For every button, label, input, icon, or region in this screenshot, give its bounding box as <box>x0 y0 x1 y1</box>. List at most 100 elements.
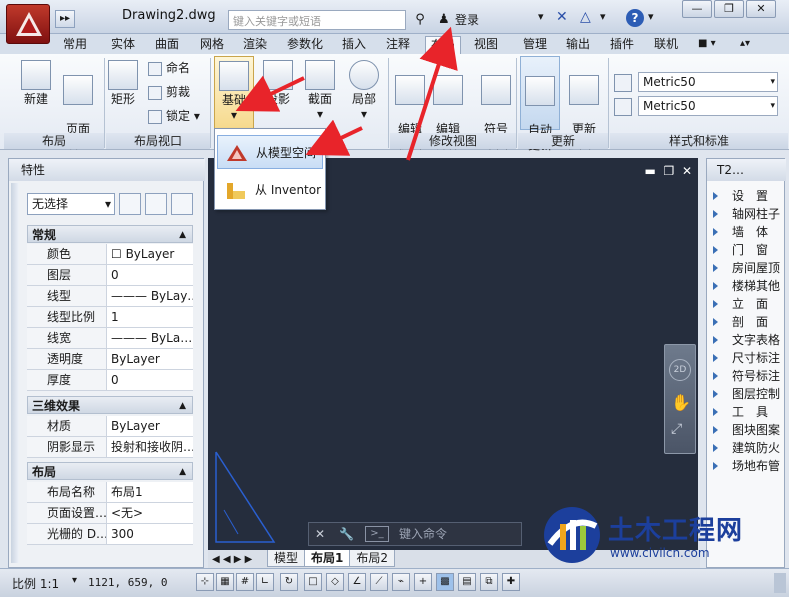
palette-item[interactable]: 楼梯其他 <box>713 277 785 295</box>
tab-home[interactable]: 常用 <box>58 36 92 54</box>
help-dropdown-icon[interactable]: ▾ <box>648 10 654 23</box>
ribbon-options-icon[interactable]: ■ ▾ <box>693 36 721 54</box>
tab-manage[interactable]: 管理 <box>518 36 552 54</box>
application-menu-button[interactable] <box>6 4 50 44</box>
select-objects-icon[interactable] <box>145 193 167 215</box>
base-view-button[interactable]: 基础 ▾ <box>214 56 254 130</box>
property-row[interactable]: 页面设置… <无> <box>27 503 193 524</box>
property-row[interactable]: 线型 ——— ByLay… <box>27 286 193 307</box>
ribbon-collapse-icon[interactable]: ▴▾ <box>735 36 755 54</box>
polar-tracking-icon[interactable]: ↻ <box>280 573 298 591</box>
tab-layout2[interactable]: 布局2 <box>349 550 396 567</box>
quick-properties-icon[interactable]: ▤ <box>458 573 476 591</box>
section-3d-effects[interactable]: 三维效果 ▲ <box>27 396 193 414</box>
property-row[interactable]: 透明度 ByLayer <box>27 349 193 370</box>
projected-view-button[interactable]: 投影 <box>258 60 298 107</box>
exchange-x-icon[interactable]: ✕ <box>556 9 568 25</box>
tab-mesh[interactable]: 网格 <box>195 36 229 54</box>
palette-item[interactable]: 文字表格 <box>713 331 785 349</box>
pan-icon[interactable]: ✋ <box>671 393 691 412</box>
tab-output[interactable]: 输出 <box>561 36 595 54</box>
from-inventor-item[interactable]: 从 Inventor <box>217 173 323 207</box>
detail-view-button[interactable]: 局部 ▾ <box>344 60 384 122</box>
clip-viewport-button[interactable]: 剪裁 <box>148 82 190 102</box>
snap-mode-icon[interactable]: ▦ <box>216 573 234 591</box>
palette-item[interactable]: 图块图案 <box>713 421 785 439</box>
selection-dropdown[interactable]: 无选择 ▾ <box>27 193 115 215</box>
tab-layout[interactable]: 布局 <box>425 36 462 54</box>
palette-item[interactable]: 图层控制 <box>713 385 785 403</box>
palette-item[interactable]: 轴网柱子 <box>713 205 785 223</box>
property-row[interactable]: 线宽 ——— ByLa… <box>27 328 193 349</box>
section-general[interactable]: 常规 ▲ <box>27 225 193 243</box>
quick-access-overflow-button[interactable]: ▸▸ <box>55 10 75 28</box>
view-style-combo[interactable]: Metric50 ▾ <box>638 72 778 92</box>
minimize-icon[interactable]: ▬ <box>645 164 656 178</box>
section-layout[interactable]: 布局 ▲ <box>27 462 193 480</box>
section-style-combo[interactable]: Metric50 ▾ <box>638 96 778 116</box>
palette-item[interactable]: 门 窗 <box>713 241 785 259</box>
3d-osnap-icon[interactable]: ◇ <box>326 573 344 591</box>
restore-icon[interactable]: ❐ <box>714 0 744 18</box>
close-icon[interactable]: ✕ <box>682 164 692 178</box>
tab-solid[interactable]: 实体 <box>106 36 140 54</box>
tab-parametric[interactable]: 参数化 <box>282 36 328 54</box>
login-link[interactable]: 登录 <box>455 11 479 28</box>
quick-select-icon[interactable] <box>171 193 193 215</box>
command-prompt-icon[interactable]: >_ <box>365 526 389 542</box>
property-row[interactable]: 线型比例 1 <box>27 307 193 328</box>
infer-constraints-icon[interactable]: ⊹ <box>196 573 214 591</box>
view-style-icon[interactable] <box>614 74 632 92</box>
property-row[interactable]: 阴影显示 投射和接收阴… <box>27 437 193 458</box>
exchange-dropdown-icon[interactable]: ▾ <box>600 10 606 23</box>
new-layout-button[interactable]: 新建 <box>16 60 56 107</box>
tab-surface[interactable]: 曲面 <box>150 36 184 54</box>
palette-item[interactable]: 符号标注 <box>713 367 785 385</box>
annotation-scale[interactable]: 比例 1:1 <box>12 575 59 592</box>
steering-wheel-icon[interactable]: 2D <box>669 359 691 381</box>
close-icon[interactable]: ✕ <box>315 523 325 545</box>
lineweight-icon[interactable]: + <box>414 573 432 591</box>
toggle-pickadd-icon[interactable] <box>119 193 141 215</box>
rectangle-viewport-button[interactable]: 矩形 <box>106 60 140 107</box>
zoom-extents-icon[interactable]: ⤢ <box>671 421 682 437</box>
restore-icon[interactable]: ❐ <box>664 164 675 178</box>
command-input[interactable]: 键入命令 <box>399 523 447 545</box>
tab-layout1[interactable]: 布局1 <box>304 550 351 567</box>
palette-item[interactable]: 剖 面 <box>713 313 785 331</box>
selection-cycling-icon[interactable]: ⧉ <box>480 573 498 591</box>
transparency-icon[interactable]: ▩ <box>436 573 454 591</box>
exchange-triangle-icon[interactable]: △ <box>580 9 591 25</box>
minimize-icon[interactable]: — <box>682 0 712 18</box>
object-snap-icon[interactable]: □ <box>304 573 322 591</box>
from-model-space-item[interactable]: 从模型空间 <box>217 135 323 169</box>
property-row[interactable]: 材质 ByLayer <box>27 416 193 437</box>
tab-annotate[interactable]: 注释 <box>381 36 415 54</box>
palette-item[interactable]: 设 置 <box>713 187 785 205</box>
binoculars-icon[interactable]: ⚲ <box>410 10 430 30</box>
property-row[interactable]: 布局名称 布局1 <box>27 482 193 503</box>
object-snap-tracking-icon[interactable]: ∠ <box>348 573 366 591</box>
auto-update-button[interactable]: 自动 更新 <box>520 56 560 152</box>
name-viewport-button[interactable]: 命名 <box>148 58 190 78</box>
palette-item[interactable]: 工 具 <box>713 403 785 421</box>
wrench-icon[interactable]: 🔧 <box>339 523 354 545</box>
property-row[interactable]: 厚度 0 <box>27 370 193 391</box>
tab-model[interactable]: 模型 <box>267 550 306 567</box>
tab-view[interactable]: 视图 <box>469 36 503 54</box>
palette-item[interactable]: 墙 体 <box>713 223 785 241</box>
dynamic-input-icon[interactable]: ⌁ <box>392 573 410 591</box>
section-view-button[interactable]: 截面 ▾ <box>300 60 340 122</box>
grid-display-icon[interactable]: # <box>236 573 254 591</box>
palette-item[interactable]: 场地布管 <box>713 457 785 475</box>
palette-item[interactable]: 建筑防火 <box>713 439 785 457</box>
user-icon[interactable]: ♟ <box>434 10 454 30</box>
tab-online[interactable]: 联机 <box>649 36 683 54</box>
palette-item[interactable]: 房间屋顶 <box>713 259 785 277</box>
tab-insert[interactable]: 插入 <box>337 36 371 54</box>
ortho-mode-icon[interactable]: ∟ <box>256 573 274 591</box>
property-row[interactable]: 图层 0 <box>27 265 193 286</box>
help-icon[interactable]: ? <box>626 9 644 27</box>
palette-grip[interactable] <box>11 183 19 563</box>
lock-viewport-button[interactable]: 锁定 ▾ <box>148 106 200 126</box>
